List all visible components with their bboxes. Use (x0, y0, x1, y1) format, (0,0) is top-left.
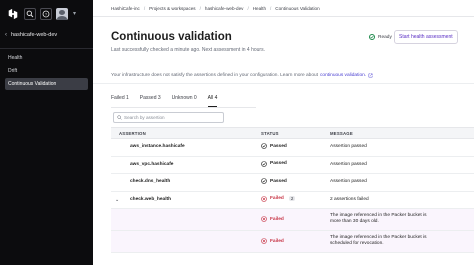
message-cell: 2 assertions failed (330, 196, 369, 202)
search-field[interactable] (113, 112, 224, 123)
breadcrumb-workspace[interactable]: hashicafe-web-dev (205, 6, 244, 11)
hashicorp-logo[interactable] (6, 7, 20, 21)
assertions-table: ASSERTION STATUS MESSAGE aws_instance.ha… (111, 127, 474, 253)
status-cell: Failed (261, 216, 284, 222)
help-icon[interactable]: ? (40, 7, 52, 20)
status-label: Failed (270, 216, 284, 222)
breadcrumb-health[interactable]: Health (253, 6, 266, 11)
status-cell: Passed (261, 178, 287, 184)
status-label: Failed (270, 196, 284, 201)
sidebar-item-label: Continuous Validation (8, 81, 57, 87)
project-back-link[interactable]: ‹ hashicafe-web-dev (0, 28, 93, 42)
message-cell: Assertion passed (330, 179, 367, 184)
check-circle-icon (261, 178, 267, 184)
sidebar-item-label: Drift (8, 68, 18, 74)
sidebar-item-health[interactable]: Health (5, 52, 88, 64)
tab-passed[interactable]: Passed 3 (140, 95, 161, 107)
status-label: Passed (270, 161, 287, 166)
avatar[interactable] (56, 7, 68, 20)
table-row-child: Failed The image referenced in the Packe… (111, 209, 474, 231)
breadcrumb-current: Continuous Validation (275, 5, 320, 11)
ready-status: Ready (369, 34, 392, 40)
page-title: Continuous validation (111, 31, 232, 43)
status-cell: Passed (261, 160, 287, 167)
header-assertion: ASSERTION (119, 131, 146, 136)
tab-all[interactable]: All 4 (207, 95, 218, 107)
table-row[interactable]: check.dns_health Passed Assertion passed (111, 174, 474, 192)
table-row[interactable]: aws_instance.hashicafe Passed Assertion … (111, 139, 474, 157)
status-label: Failed (270, 238, 284, 244)
check-circle-icon (261, 143, 267, 149)
chevron-left-icon: ‹ (5, 32, 7, 38)
info-note: Your infrastructure does not satisfy the… (111, 73, 373, 78)
project-name: hashicafe-web-dev (11, 32, 58, 38)
sidebar: ? ▾ ‹ hashicafe-web-dev Health Drift Con… (0, 0, 93, 265)
start-health-assessment-button[interactable]: Start health assessment (394, 30, 458, 44)
breadcrumb-separator: / (143, 5, 146, 11)
message-cell: The image referenced in the Packer bucke… (330, 235, 427, 246)
tab-unknown[interactable]: Unknown 0 (172, 95, 197, 107)
sidebar-top: ? ▾ (0, 0, 93, 27)
assertion-name: aws_instance.hashicafe (130, 144, 185, 149)
chevron-down-icon[interactable]: ▾ (73, 10, 76, 17)
status-cell: Passed (261, 143, 287, 149)
sidebar-item-continuous-validation[interactable]: Continuous Validation (5, 78, 88, 90)
assertion-name: check.dns_health (130, 179, 171, 184)
search-icon[interactable] (24, 7, 36, 20)
tab-failed[interactable]: Failed 1 (111, 95, 129, 107)
header-status: STATUS (261, 131, 279, 136)
sidebar-item-label: Health (8, 55, 23, 61)
breadcrumb-separator: / (199, 5, 201, 11)
sidebar-nav: Health Drift Continuous Validation (0, 49, 93, 90)
breadcrumb-org[interactable]: HashiCafe-inc (111, 6, 140, 11)
table-header: ASSERTION STATUS MESSAGE (111, 127, 474, 139)
status-tabs: Failed 1 Passed 3 Unknown 0 All 4 (111, 95, 218, 107)
message-cell: Assertion passed (330, 144, 367, 149)
chevron-down-icon[interactable]: ⌄ (115, 197, 119, 203)
status-label: Passed (270, 143, 287, 149)
sidebar-item-drift[interactable]: Drift (5, 65, 88, 77)
assertion-name: check.web_health (130, 196, 172, 202)
tabs-underline (111, 107, 256, 108)
page-subtitle: Last successfully checked a minute ago. … (111, 47, 265, 53)
message-cell: Assertion passed (330, 161, 367, 167)
table-row-expandable[interactable]: ⌄ check.web_health Failed 2 2 assertions… (111, 192, 474, 209)
status-cell: Failed (261, 238, 284, 244)
breadcrumb: HashiCafe-inc / Projects & workspaces / … (93, 0, 474, 17)
header-message: MESSAGE (330, 131, 353, 136)
table-row-child: Failed The image referenced in the Packe… (111, 231, 474, 253)
message-cell: The image referenced in the Packer bucke… (330, 213, 427, 224)
breadcrumb-projects[interactable]: Projects & workspaces (149, 6, 195, 11)
failed-count-badge: 2 (288, 196, 296, 201)
check-circle-icon (261, 160, 267, 167)
search-icon (117, 115, 122, 120)
error-circle-icon (261, 195, 267, 202)
check-circle-icon (369, 34, 375, 40)
error-circle-icon (261, 216, 267, 222)
svg-text:?: ? (45, 11, 48, 16)
status-cell: Failed 2 (261, 195, 296, 202)
table-row[interactable]: aws_vpc.hashicafe Passed Assertion passe… (111, 157, 474, 174)
main-content: Continuous validation Last successfully … (93, 17, 474, 265)
search-input[interactable] (124, 115, 219, 120)
continuous-validation-link[interactable]: continuous validation. (320, 73, 366, 78)
logo-icon (8, 8, 18, 19)
note-text: Your infrastructure does not satisfy the… (111, 73, 319, 78)
ready-label: Ready (378, 34, 392, 40)
status-label: Passed (270, 178, 287, 184)
assertion-name: aws_vpc.hashicafe (130, 161, 174, 167)
external-link-icon[interactable] (368, 73, 373, 78)
breadcrumb-separator: / (270, 5, 272, 11)
error-circle-icon (261, 238, 267, 244)
section-divider (93, 83, 474, 84)
breadcrumb-separator: / (247, 5, 249, 11)
